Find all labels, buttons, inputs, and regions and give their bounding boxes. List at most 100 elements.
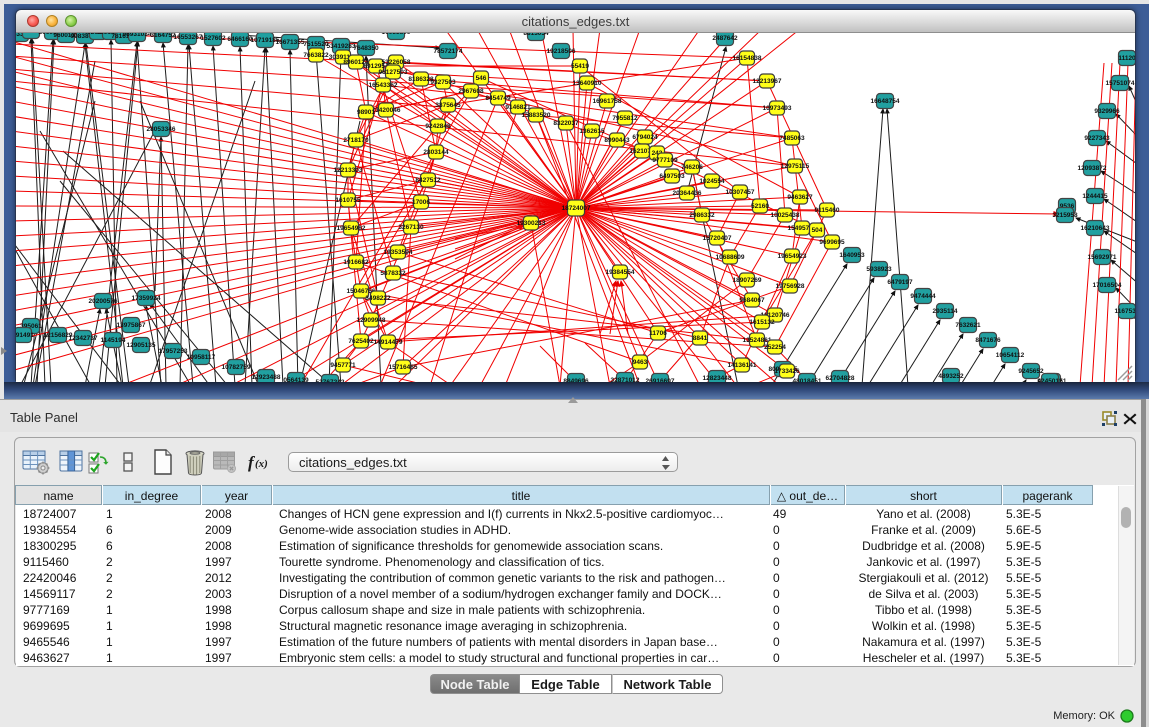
svg-text:3498222: 3498222 xyxy=(365,295,391,302)
svg-text:1167533: 1167533 xyxy=(1115,308,1135,315)
svg-text:15720407: 15720407 xyxy=(703,235,732,242)
svg-text:52160: 52160 xyxy=(751,203,769,210)
svg-text:10688609: 10688609 xyxy=(716,254,745,261)
svg-text:0564139: 0564139 xyxy=(283,377,309,382)
svg-text:2967608: 2967608 xyxy=(458,88,484,95)
svg-text:12905135: 12905135 xyxy=(127,342,156,349)
svg-text:62704828: 62704828 xyxy=(826,375,855,382)
svg-text:10307457: 10307457 xyxy=(726,189,755,196)
svg-text:1244415: 1244415 xyxy=(1082,193,1108,200)
svg-text:12093872: 12093872 xyxy=(1078,165,1107,172)
svg-text:9242848: 9242848 xyxy=(425,123,451,130)
svg-text:4893252: 4893252 xyxy=(938,373,964,380)
svg-text:18724007: 18724007 xyxy=(562,205,591,212)
svg-text:546: 546 xyxy=(476,75,487,82)
svg-text:12923488: 12923488 xyxy=(252,374,281,381)
svg-text:1733426: 1733426 xyxy=(774,368,800,375)
svg-text:7663822: 7663822 xyxy=(303,52,329,59)
svg-text:1527602: 1527602 xyxy=(200,35,226,42)
svg-text:28053346: 28053346 xyxy=(147,126,176,133)
svg-text:53767242: 53767242 xyxy=(316,379,345,382)
svg-text:9227343: 9227343 xyxy=(1084,135,1110,142)
svg-text:2803144: 2803144 xyxy=(423,149,449,156)
svg-text:5938923: 5938923 xyxy=(866,266,892,273)
svg-text:504: 504 xyxy=(812,227,823,234)
svg-text:16210643: 16210643 xyxy=(1081,225,1110,232)
svg-text:95931034: 95931034 xyxy=(123,33,152,38)
svg-text:19353594: 19353594 xyxy=(384,249,413,256)
svg-text:8322037: 8322037 xyxy=(553,120,579,127)
svg-text:15692971: 15692971 xyxy=(1088,254,1117,261)
svg-text:(x): (x) xyxy=(255,458,268,470)
svg-text:15751074: 15751074 xyxy=(1106,80,1135,87)
svg-text:1024554: 1024554 xyxy=(699,178,725,185)
svg-text:2986332: 2986332 xyxy=(689,212,715,219)
svg-text:9329966: 9329966 xyxy=(1094,108,1120,115)
svg-text:9245652: 9245652 xyxy=(1018,368,1044,375)
svg-text:19654923: 19654923 xyxy=(778,253,807,260)
svg-text:7625402: 7625402 xyxy=(348,338,374,345)
svg-text:16543362: 16543362 xyxy=(369,82,398,89)
svg-text:9463: 9463 xyxy=(633,359,648,366)
svg-text:1916682: 1916682 xyxy=(343,259,369,266)
svg-text:9684067: 9684067 xyxy=(739,297,765,304)
svg-text:55419: 55419 xyxy=(571,63,589,70)
svg-text:9463627: 9463627 xyxy=(787,194,813,201)
svg-text:19300213: 19300213 xyxy=(517,220,546,227)
svg-text:6794024: 6794024 xyxy=(632,134,658,141)
svg-text:1615132: 1615132 xyxy=(749,319,775,326)
svg-text:6466160: 6466160 xyxy=(227,36,253,43)
svg-text:7955812: 7955812 xyxy=(612,115,638,122)
svg-text:6479197: 6479197 xyxy=(887,279,913,286)
svg-text:10958117: 10958117 xyxy=(187,354,216,361)
svg-text:9327503: 9327503 xyxy=(430,79,456,86)
svg-text:12909948: 12909948 xyxy=(357,317,386,324)
svg-text:1610755: 1610755 xyxy=(335,197,361,204)
svg-text:9457771: 9457771 xyxy=(330,362,356,369)
svg-text:32871012: 32871012 xyxy=(611,377,640,382)
svg-text:8454749: 8454749 xyxy=(485,95,511,102)
svg-text:16961758: 16961758 xyxy=(593,98,622,105)
svg-text:9777109: 9777109 xyxy=(652,157,678,164)
svg-text:13975867: 13975867 xyxy=(117,322,146,329)
svg-text:1145194: 1145194 xyxy=(101,337,126,344)
svg-text:252254: 252254 xyxy=(764,344,786,351)
svg-text:1362615: 1362615 xyxy=(579,128,605,135)
svg-text:17957253: 17957253 xyxy=(159,348,188,355)
svg-text:3164752: 3164752 xyxy=(150,33,176,39)
svg-text:9115460: 9115460 xyxy=(815,207,840,214)
svg-text:13640910: 13640910 xyxy=(573,80,602,87)
svg-text:18907269: 18907269 xyxy=(733,277,762,284)
svg-text:2487642: 2487642 xyxy=(712,35,738,42)
svg-text:8427512: 8427512 xyxy=(415,177,441,184)
svg-text:9699695: 9699695 xyxy=(819,239,845,246)
svg-text:16154838: 16154838 xyxy=(733,55,762,62)
svg-text:8841: 8841 xyxy=(693,335,708,342)
svg-text:9245012: 9245012 xyxy=(1037,378,1063,382)
svg-text:16033809: 16033809 xyxy=(382,33,411,36)
svg-text:16553267: 16553267 xyxy=(174,34,203,41)
svg-text:20200576: 20200576 xyxy=(89,298,118,305)
svg-text:19756928: 19756928 xyxy=(776,283,805,290)
svg-text:7515520: 7515520 xyxy=(303,41,329,48)
svg-text:7485063: 7485063 xyxy=(779,135,805,142)
svg-text:19218506: 19218506 xyxy=(547,48,576,55)
svg-text:8849696: 8849696 xyxy=(563,378,589,382)
svg-text:12213303: 12213303 xyxy=(334,167,363,174)
svg-text:10973493: 10973493 xyxy=(763,105,792,112)
svg-text:15883520: 15883520 xyxy=(522,112,551,119)
svg-text:8813054: 8813054 xyxy=(523,33,549,37)
svg-text:23420046: 23420046 xyxy=(372,107,401,114)
svg-text:2935114: 2935114 xyxy=(933,308,958,315)
svg-text:9146821: 9146821 xyxy=(505,104,531,111)
svg-text:7648350: 7648350 xyxy=(353,45,379,52)
svg-text:14914479: 14914479 xyxy=(374,339,403,346)
svg-text:48018451: 48018451 xyxy=(793,378,822,382)
svg-text:12342737: 12342737 xyxy=(69,335,98,342)
svg-text:10782759: 10782759 xyxy=(222,364,251,371)
svg-text:98901: 98901 xyxy=(357,109,375,116)
svg-text:19384554: 19384554 xyxy=(606,269,635,276)
svg-text:78572174: 78572174 xyxy=(434,48,463,55)
svg-text:8990443: 8990443 xyxy=(604,137,630,144)
svg-text:98127503: 98127503 xyxy=(379,69,408,76)
